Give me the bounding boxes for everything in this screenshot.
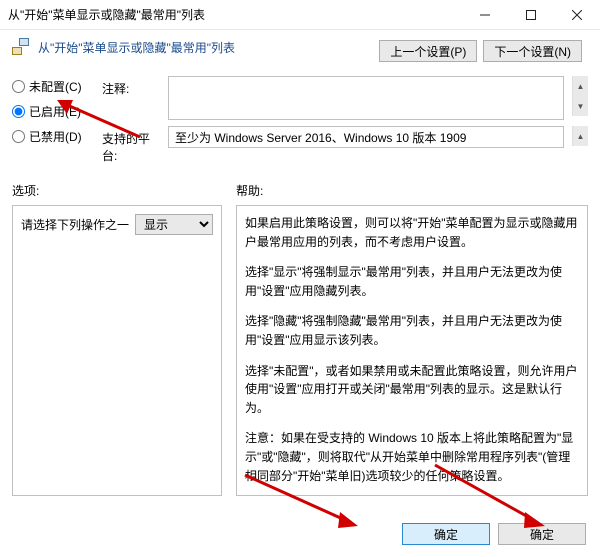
comment-input[interactable] — [168, 76, 564, 120]
scroll-up-icon[interactable]: ▲ — [572, 76, 588, 96]
radio-not-configured-input[interactable] — [12, 80, 25, 93]
platform-label: 支持的平台: — [102, 126, 160, 164]
policy-title: 从"开始"菜单显示或隐藏"最常用"列表 — [38, 39, 235, 56]
config-area: 未配置(C) 已启用(E) 已禁用(D) 注释: ▲ ▼ 支持的平台: 至少为 … — [0, 72, 600, 166]
next-setting-button[interactable]: 下一个设置(N) — [483, 40, 582, 62]
options-section-label: 选项: — [12, 182, 222, 199]
radio-disabled-label: 已禁用(D) — [29, 128, 82, 145]
radio-disabled[interactable]: 已禁用(D) — [12, 128, 92, 145]
radio-not-configured[interactable]: 未配置(C) — [12, 78, 92, 95]
help-section-label: 帮助: — [236, 182, 588, 199]
maximize-button[interactable] — [508, 0, 554, 30]
option-dropdown[interactable]: 显示 — [135, 214, 213, 235]
close-button[interactable] — [554, 0, 600, 30]
help-paragraph: 选择"显示"将强制显示"最常用"列表，并且用户无法更改为使用"设置"应用隐藏列表… — [245, 263, 579, 300]
options-box: 请选择下列操作之一 显示 — [12, 205, 222, 496]
ok-button-2[interactable]: 确定 — [498, 523, 586, 545]
help-paragraph: 选择"隐藏"将强制隐藏"最常用"列表，并且用户无法更改为使用"设置"应用显示该列… — [245, 312, 579, 349]
platform-value-box: 至少为 Windows Server 2016、Windows 10 版本 19… — [168, 126, 564, 148]
window-title: 从"开始"菜单显示或隐藏"最常用"列表 — [8, 6, 462, 23]
policy-icon — [12, 38, 30, 56]
help-paragraph: 选择"未配置"，或者如果禁用或未配置此策略设置，则允许用户使用"设置"应用打开或… — [245, 362, 579, 418]
title-bar: 从"开始"菜单显示或隐藏"最常用"列表 — [0, 0, 600, 30]
radio-enabled-label: 已启用(E) — [29, 103, 81, 120]
radio-enabled-input[interactable] — [12, 105, 25, 118]
scroll-up-icon[interactable]: ▲ — [572, 126, 588, 146]
state-radio-group: 未配置(C) 已启用(E) 已禁用(D) — [12, 76, 92, 145]
comment-label: 注释: — [102, 76, 160, 97]
platform-value: 至少为 Windows Server 2016、Windows 10 版本 19… — [175, 129, 557, 146]
prev-setting-button[interactable]: 上一个设置(P) — [379, 40, 477, 62]
scroll-down-icon[interactable]: ▼ — [572, 96, 588, 116]
help-paragraph: 如果启用此策略设置，则可以将"开始"菜单配置为显示或隐藏用户最常用应用的列表，而… — [245, 214, 579, 251]
body-area: 选项: 请选择下列操作之一 显示 帮助: 如果启用此策略设置，则可以将"开始"菜… — [0, 166, 600, 496]
dialog-buttons: 确定 确定 — [402, 523, 586, 545]
help-paragraph: 注意：如果在受支持的 Windows 10 版本上将此策略配置为"显示"或"隐藏… — [245, 429, 579, 485]
radio-enabled[interactable]: 已启用(E) — [12, 103, 92, 120]
window-controls — [462, 0, 600, 30]
radio-disabled-input[interactable] — [12, 130, 25, 143]
help-box: 如果启用此策略设置，则可以将"开始"菜单配置为显示或隐藏用户最常用应用的列表，而… — [236, 205, 588, 496]
option-row-label: 请选择下列操作之一 — [21, 216, 129, 233]
radio-not-configured-label: 未配置(C) — [29, 78, 82, 95]
header-area: 从"开始"菜单显示或隐藏"最常用"列表 上一个设置(P) 下一个设置(N) — [0, 30, 600, 72]
ok-button[interactable]: 确定 — [402, 523, 490, 545]
minimize-button[interactable] — [462, 0, 508, 30]
